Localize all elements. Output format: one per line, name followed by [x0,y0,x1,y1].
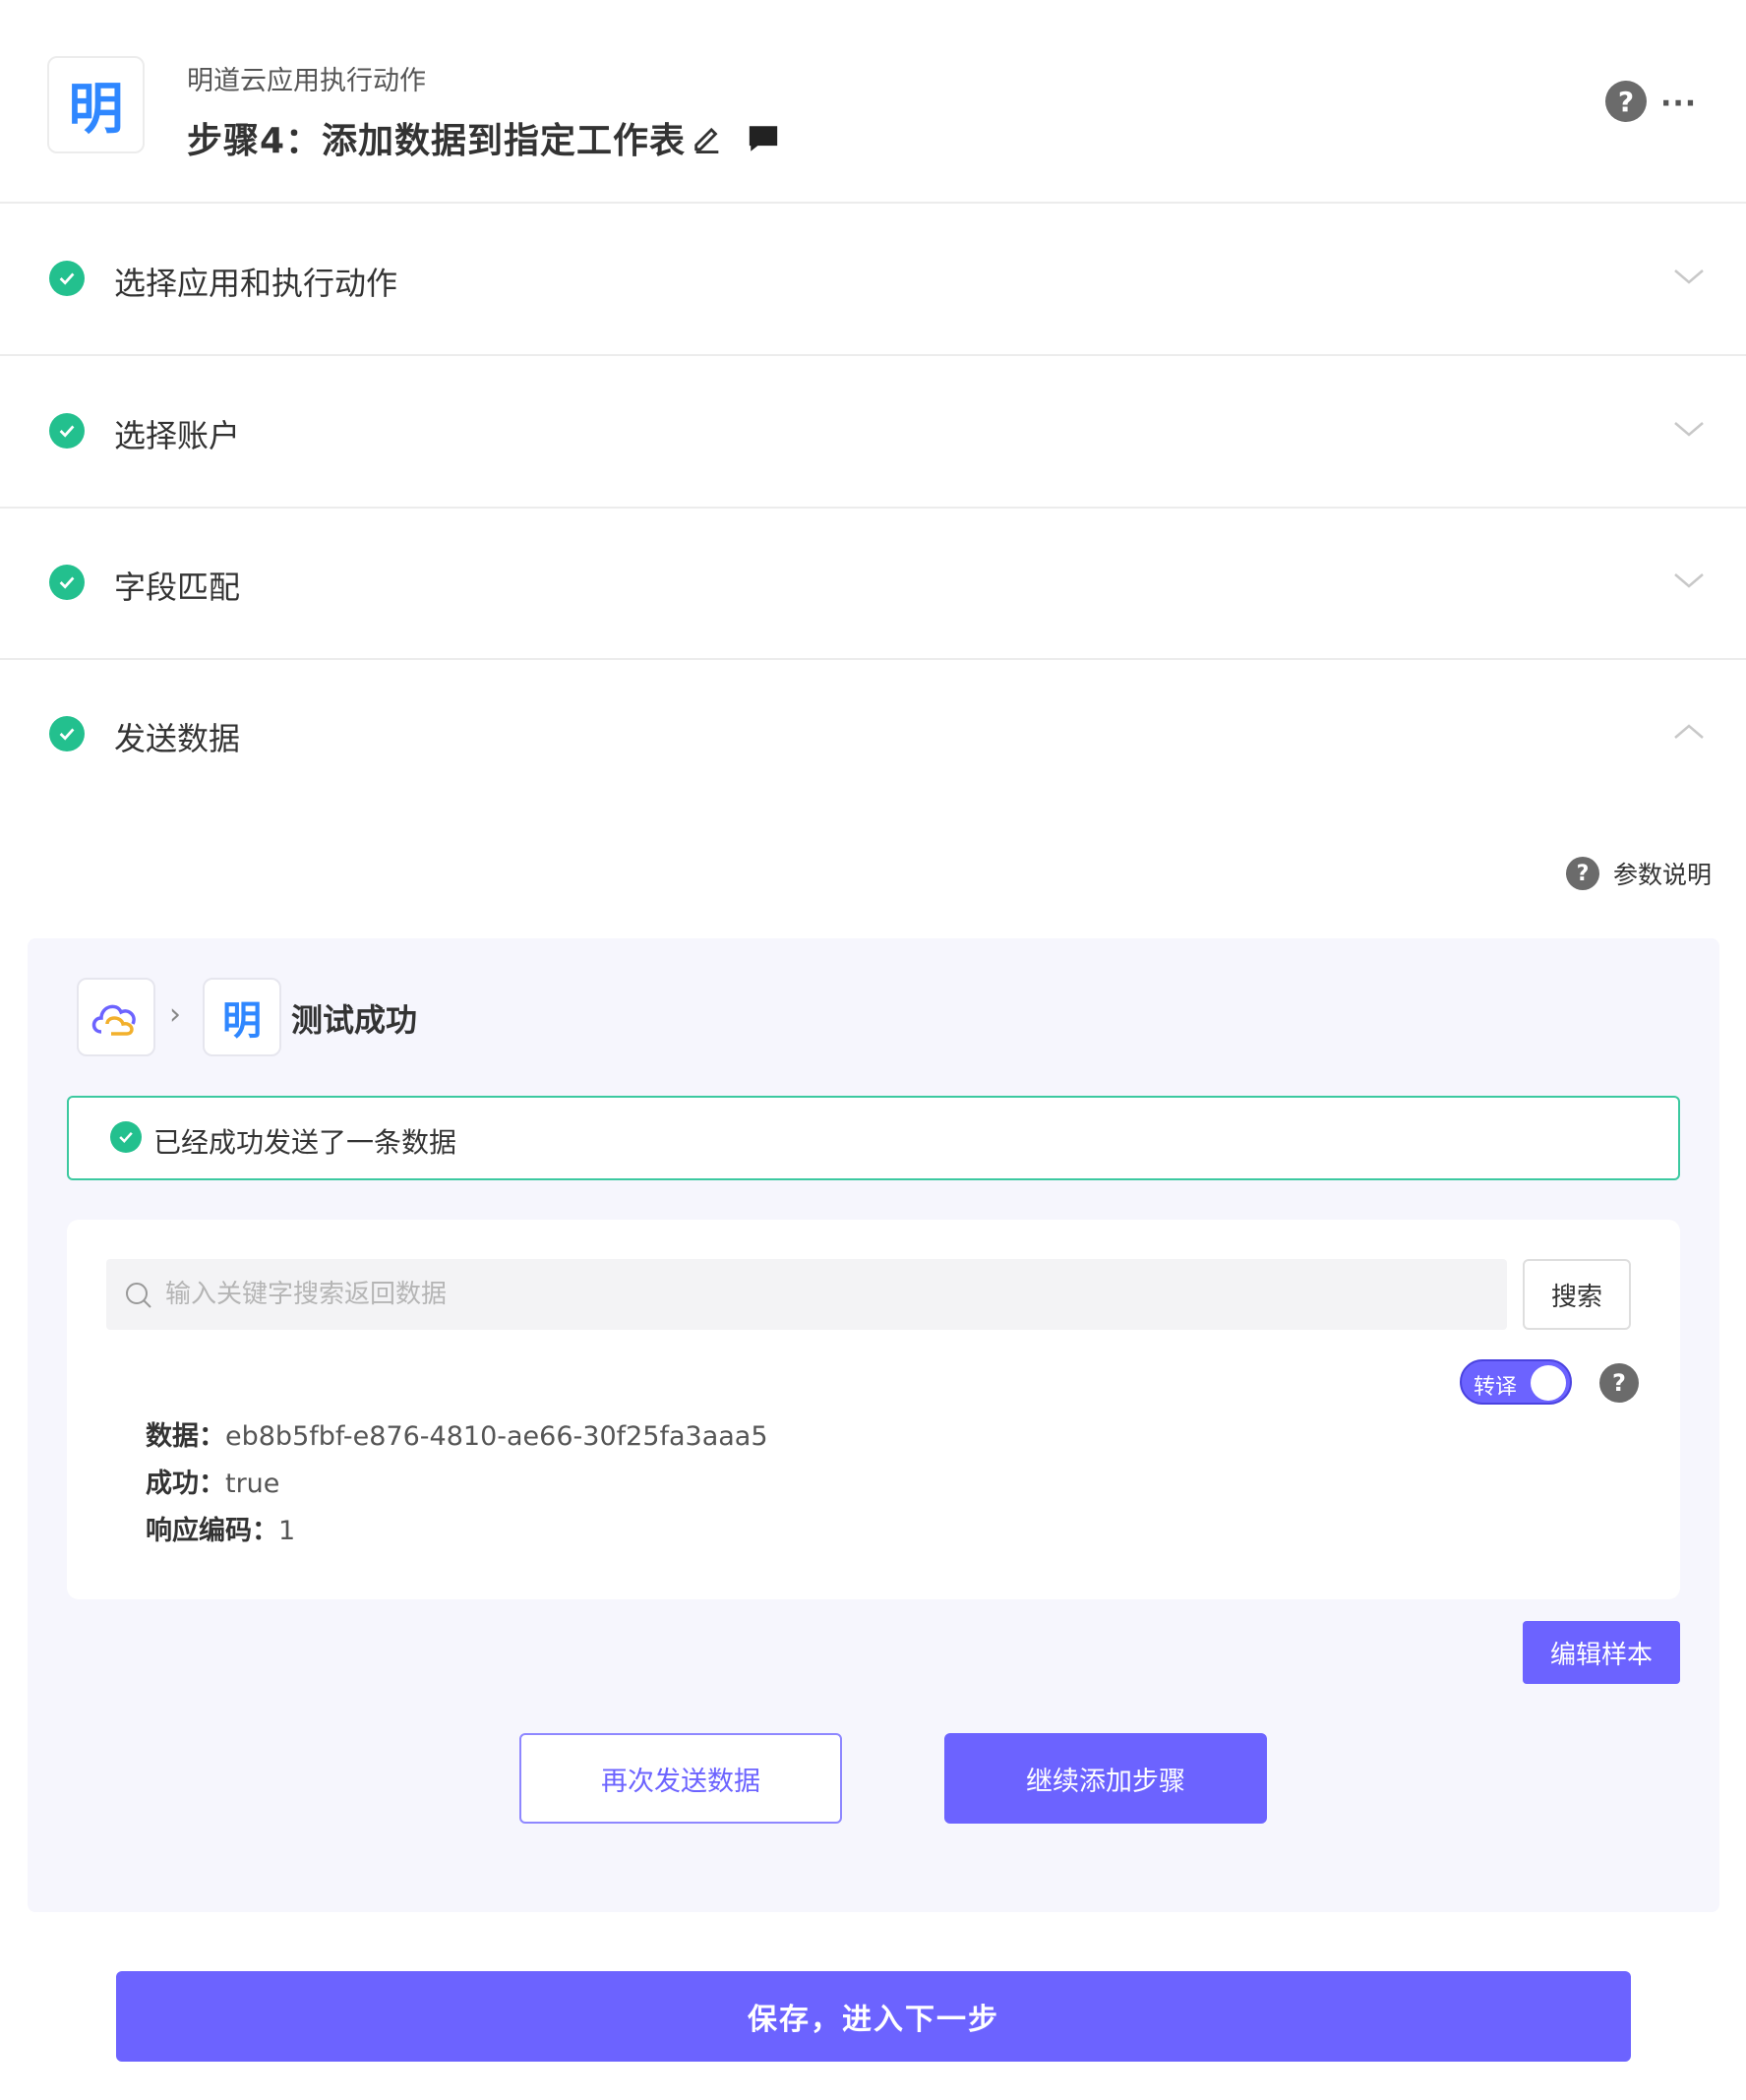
help-icon[interactable]: ? [1605,81,1647,122]
continue-add-step-button[interactable]: 继续添加步骤 [944,1733,1267,1824]
result-value: true [225,1469,280,1499]
edit-sample-button[interactable]: 编辑样本 [1523,1621,1680,1684]
target-app-logo: 明 [203,978,281,1056]
app-logo: 明 [47,56,145,153]
section-label: 选择账户 [114,417,241,454]
cloud-icon [91,1004,136,1036]
arrow-icon: › [169,997,181,1032]
step-header: 明 明道云应用执行动作 步骤4：添加数据到指定工作表 ? ··· [0,0,1746,204]
result-value: 1 [278,1516,296,1546]
search-button[interactable]: 搜索 [1523,1259,1631,1330]
resend-data-button[interactable]: 再次发送数据 [519,1733,842,1824]
toggle-knob [1531,1365,1566,1401]
result-value: eb8b5fbf-e876-4810-ae66-30f25fa3aaa5 [225,1421,768,1452]
success-alert: 已经成功发送了一条数据 [67,1096,1680,1180]
result-row: 响应编码：1 [146,1509,295,1547]
check-icon [49,413,85,449]
section-label: 发送数据 [114,720,241,757]
check-icon [49,565,85,600]
check-icon [49,261,85,296]
test-status: 测试成功 [291,1001,418,1039]
check-icon [49,716,85,751]
check-icon [110,1121,142,1153]
param-help-label: 参数说明 [1613,861,1713,889]
result-row: 数据：eb8b5fbf-e876-4810-ae66-30f25fa3aaa5 [146,1414,768,1453]
source-app-logo [77,978,155,1056]
more-icon[interactable]: ··· [1660,87,1697,121]
search-input[interactable] [106,1259,1507,1330]
chevron-up-icon[interactable] [1672,720,1706,744]
section-field-mapping[interactable]: 字段匹配 [0,508,1746,660]
test-result-panel: › 明 测试成功 已经成功发送了一条数据 搜索 转译 ? 数据：eb8b5fbf… [28,938,1719,1912]
chevron-down-icon[interactable] [1672,265,1706,288]
param-help-link[interactable]: ? 参数说明 [1566,856,1712,891]
comment-icon[interactable] [746,122,781,155]
escape-toggle[interactable]: 转译 [1460,1359,1572,1405]
toggle-label: 转译 [1474,1375,1518,1400]
chevron-down-icon[interactable] [1672,569,1706,592]
help-icon[interactable]: ? [1599,1363,1639,1403]
section-label: 选择应用和执行动作 [114,265,398,302]
section-select-account[interactable]: 选择账户 [0,356,1746,509]
edit-icon[interactable] [691,120,724,153]
section-label: 字段匹配 [114,569,241,606]
step-title: 步骤4：添加数据到指定工作表 [187,121,687,161]
help-icon: ? [1566,857,1599,890]
search-icon [126,1283,151,1308]
success-message: 已经成功发送了一条数据 [153,1126,457,1159]
result-card: 搜索 转译 ? 数据：eb8b5fbf-e876-4810-ae66-30f25… [67,1220,1680,1599]
result-key: 数据： [146,1421,225,1452]
chevron-down-icon[interactable] [1672,417,1706,441]
save-next-button[interactable]: 保存，进入下一步 [116,1971,1631,2062]
section-send-data[interactable]: 发送数据 [0,659,1746,787]
result-row: 成功：true [146,1462,279,1500]
result-key: 成功： [146,1469,225,1499]
section-select-app[interactable]: 选择应用和执行动作 [0,204,1746,356]
result-key: 响应编码： [146,1516,278,1546]
app-name: 明道云应用执行动作 [187,66,426,96]
